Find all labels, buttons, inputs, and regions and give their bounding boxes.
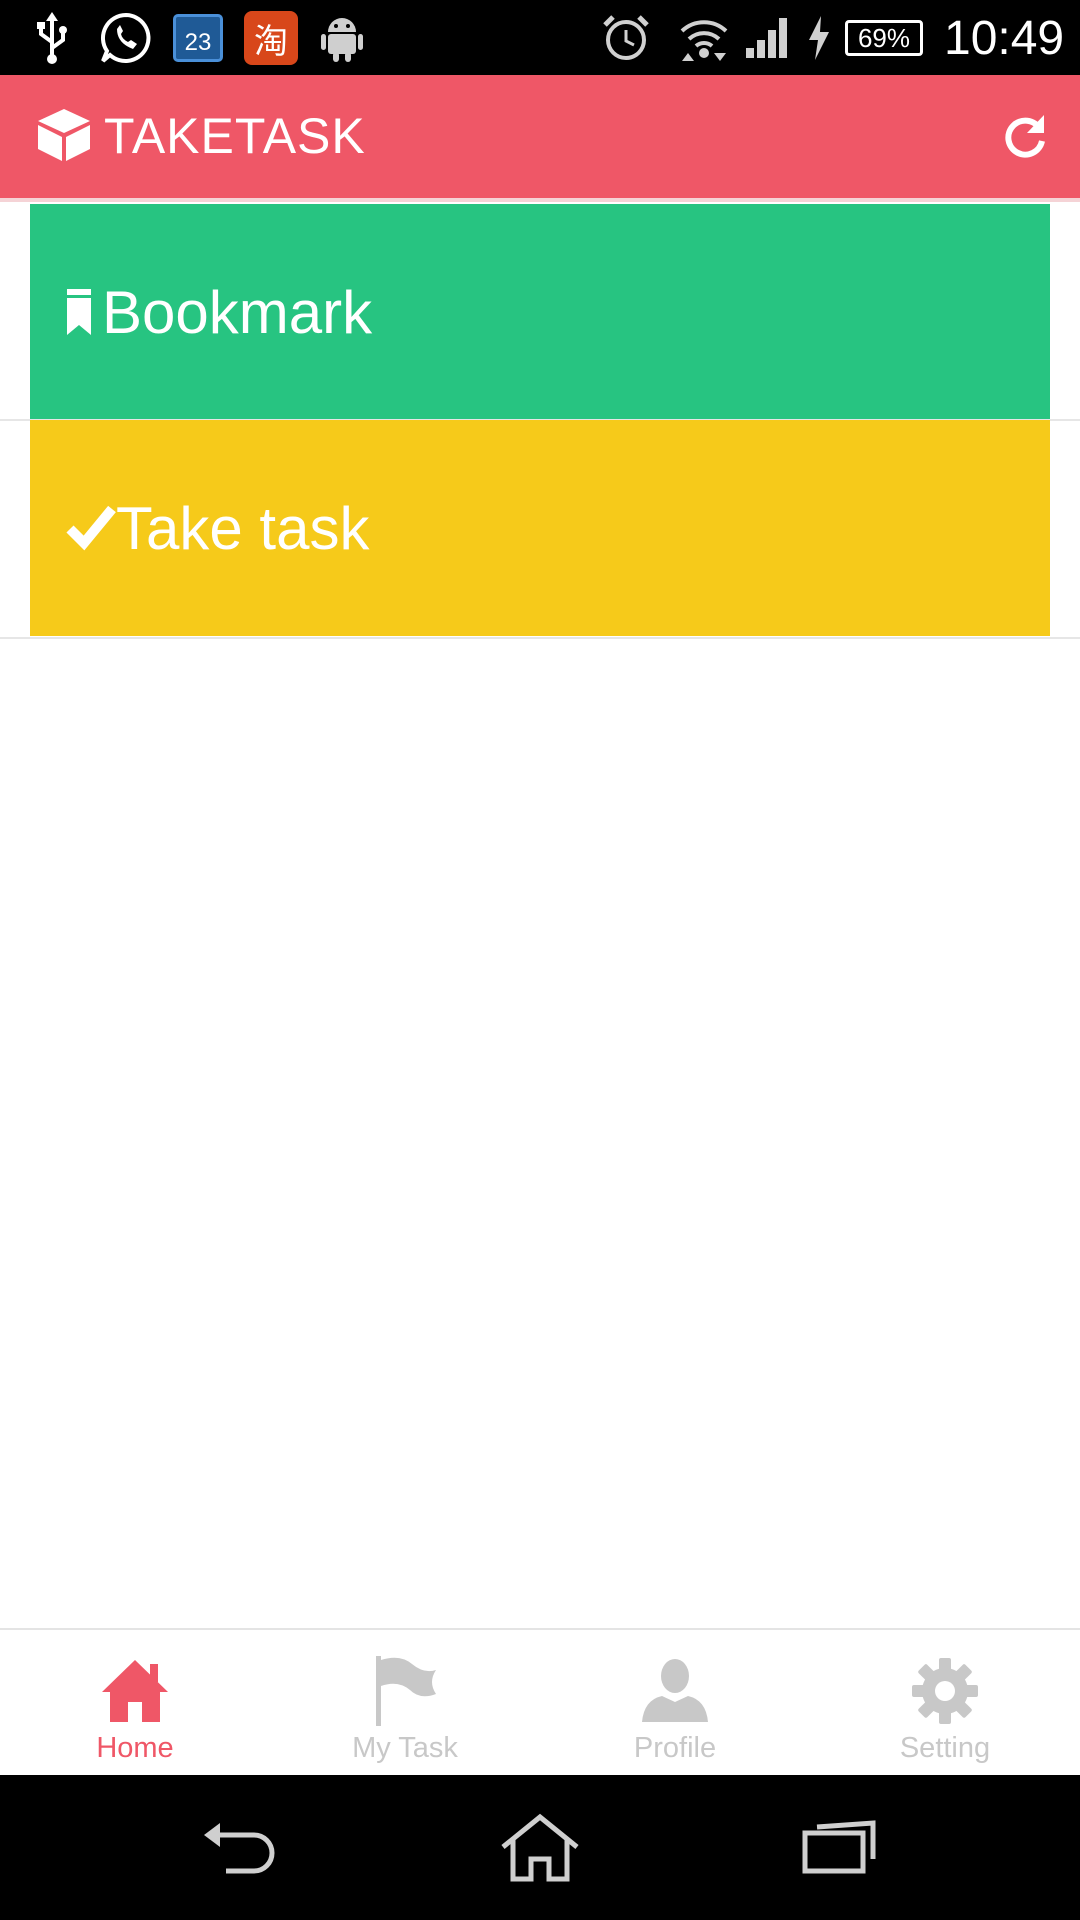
bookmark-icon (67, 289, 91, 335)
recents-icon[interactable] (795, 1813, 885, 1883)
system-nav-bar (0, 1775, 1080, 1920)
home-icon (102, 1660, 168, 1722)
status-bar: 23 淘 69% 10:49 (0, 0, 1080, 75)
nav-setting[interactable]: Setting (810, 1630, 1080, 1775)
home-outline-icon[interactable] (495, 1813, 585, 1883)
calendar-icon: 23 (170, 10, 226, 66)
back-icon[interactable] (196, 1813, 286, 1883)
charging-icon (806, 10, 832, 66)
cube-icon (38, 109, 90, 161)
bottom-nav: Home My Task Profile Setting (0, 1628, 1080, 1775)
alarm-icon (600, 10, 652, 66)
nav-home[interactable]: Home (0, 1630, 270, 1775)
app-title: TAKETASK (104, 108, 366, 164)
nav-profile-label: Profile (633, 1732, 717, 1764)
wifi-icon (678, 10, 730, 66)
app-header: TAKETASK (0, 75, 1080, 198)
gear-icon (912, 1658, 978, 1724)
usb-icon (30, 10, 74, 66)
nav-setting-label: Setting (899, 1732, 991, 1764)
nav-home-label: Home (96, 1732, 174, 1764)
flag-icon (376, 1656, 436, 1726)
nav-my-task[interactable]: My Task (270, 1630, 540, 1775)
check-icon (66, 505, 116, 551)
taobao-icon: 淘 (242, 10, 300, 66)
take-task-card[interactable]: Take task (30, 420, 1050, 636)
battery-icon: 69% (842, 10, 926, 66)
status-time: 10:49 (944, 11, 1065, 65)
nav-profile[interactable]: Profile (540, 1630, 810, 1775)
signal-icon (742, 10, 794, 66)
header-divider (0, 198, 1080, 202)
take-task-label: Take task (116, 494, 370, 562)
nav-my-task-label: My Task (352, 1732, 458, 1764)
bookmark-label: Bookmark (102, 278, 373, 346)
bookmark-card[interactable]: Bookmark (30, 204, 1050, 420)
whatsapp-icon (98, 10, 154, 66)
android-icon (318, 10, 366, 66)
row-divider (0, 637, 1080, 639)
refresh-icon[interactable] (1000, 111, 1050, 161)
person-icon (642, 1659, 708, 1722)
